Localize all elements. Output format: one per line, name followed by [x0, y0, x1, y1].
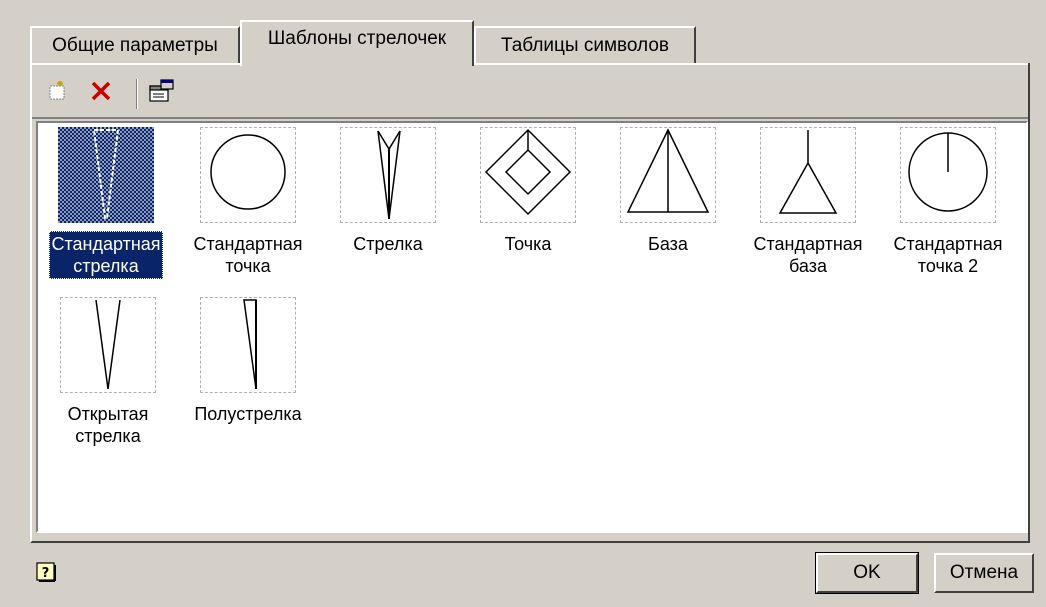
help-icon: ? — [36, 562, 56, 587]
delete-icon — [89, 79, 113, 109]
delete-template-button[interactable] — [84, 77, 118, 111]
template-label: Стандартная точка — [193, 234, 303, 276]
standard-base-icon — [761, 125, 855, 225]
template-thumbnail — [58, 127, 154, 223]
toolbar-divider — [32, 117, 1028, 119]
template-item-dot[interactable]: Точка — [458, 127, 598, 257]
template-label: Стандартная база — [753, 234, 863, 276]
cancel-button[interactable]: Отмена — [934, 553, 1034, 593]
tab-general-parameters[interactable]: Общие параметры — [30, 26, 240, 64]
ok-button[interactable]: OK — [815, 552, 919, 594]
template-label: Стрелка — [353, 234, 423, 254]
template-item-standard-dot[interactable]: Стандартная точка — [178, 127, 318, 279]
dot-icon — [481, 125, 575, 225]
template-item-standard-dot-2[interactable]: Стандартная точка 2 — [878, 127, 1018, 279]
template-item-arrow[interactable]: Стрелка — [318, 127, 458, 257]
toolbar-separator — [136, 79, 138, 109]
base-icon — [621, 125, 715, 225]
template-thumbnail — [760, 127, 856, 223]
template-thumbnail — [200, 127, 296, 223]
template-label: База — [648, 234, 688, 254]
half-arrow-icon — [201, 295, 295, 395]
template-item-open-arrow[interactable]: Открытая стрелка — [38, 297, 178, 449]
toolbar — [40, 71, 340, 111]
template-label: Полустрелка — [194, 404, 302, 424]
tab-strip: Общие параметры Шаблоны стрелочек Таблиц… — [30, 18, 1030, 66]
template-item-half-arrow[interactable]: Полустрелка — [178, 297, 318, 427]
template-label: Открытая стрелка — [67, 404, 149, 446]
template-thumbnail — [480, 127, 576, 223]
svg-text:?: ? — [42, 566, 50, 581]
template-thumbnail — [900, 127, 996, 223]
template-thumbnail — [200, 297, 296, 393]
tab-symbol-tables[interactable]: Таблицы символов — [474, 26, 696, 64]
template-thumbnail — [340, 127, 436, 223]
template-label: Точка — [504, 234, 552, 254]
open-arrow-icon — [61, 295, 155, 395]
template-label: Стандартная стрелка — [49, 231, 163, 279]
template-properties-button[interactable] — [144, 77, 178, 111]
arrow-icon — [341, 125, 435, 225]
standard-dot-2-icon — [901, 125, 995, 225]
new-item-icon — [45, 80, 69, 108]
new-template-button[interactable] — [40, 77, 74, 111]
template-item-base[interactable]: База — [598, 127, 738, 257]
template-item-standard-arrow[interactable]: Стандартная стрелка — [38, 127, 176, 279]
standard-arrow-icon — [58, 124, 154, 226]
properties-icon — [147, 78, 175, 110]
template-label: Стандартная точка 2 — [893, 234, 1003, 276]
tab-panel: Стандартная стрелка Стандартная точка Ст… — [30, 63, 1030, 543]
template-item-standard-base[interactable]: Стандартная база — [738, 127, 878, 279]
standard-dot-icon — [201, 125, 295, 225]
template-thumbnail — [620, 127, 716, 223]
arrow-templates-list[interactable]: Стандартная стрелка Стандартная точка Ст… — [36, 121, 1028, 533]
tab-arrow-templates[interactable]: Шаблоны стрелочек — [240, 20, 474, 66]
template-thumbnail — [60, 297, 156, 393]
help-button[interactable]: ? — [36, 562, 56, 582]
